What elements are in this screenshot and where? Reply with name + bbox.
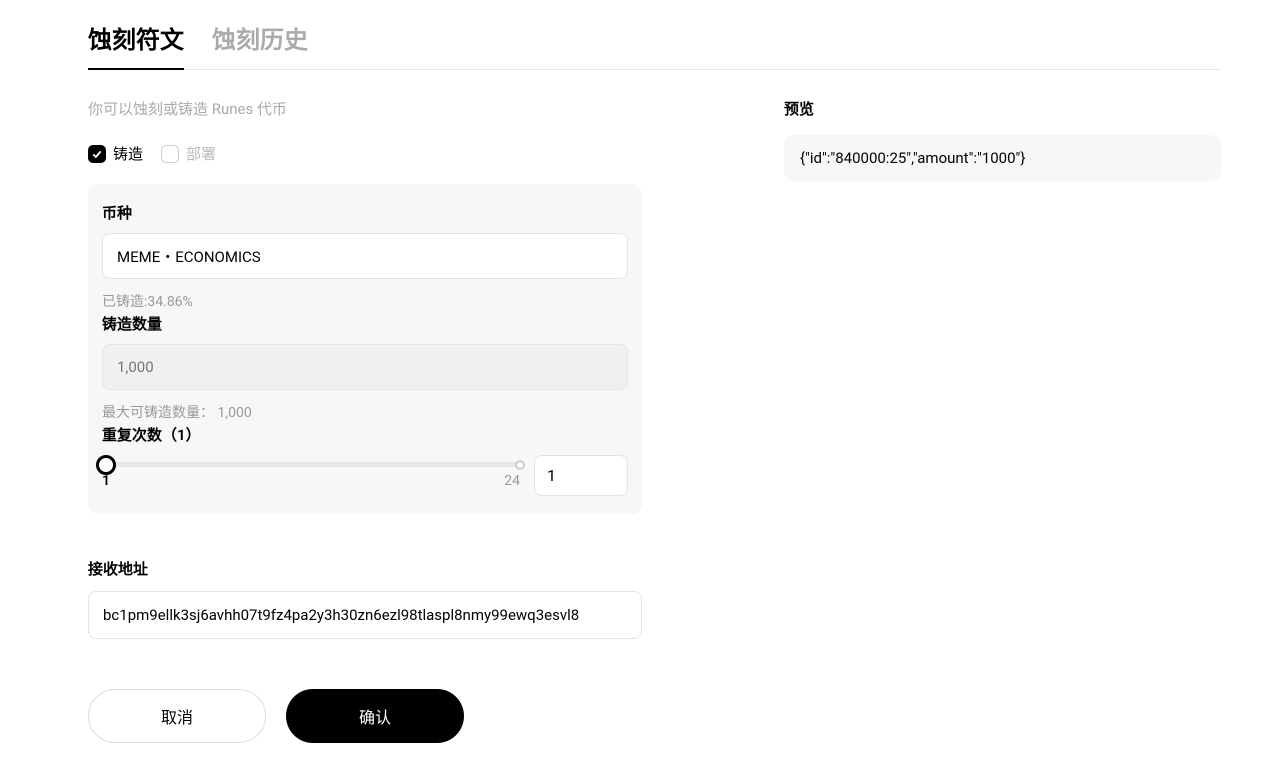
checkbox-deploy[interactable] [161,145,179,163]
preview-label: 预览 [784,98,1221,119]
amount-label: 铸造数量 [102,313,628,334]
slider-end-dot [515,460,525,470]
mode-mint[interactable]: 铸造 [88,143,143,164]
max-amount-hint: 最大可铸造数量： 1,000 [102,402,628,422]
mode-deploy[interactable]: 部署 [161,143,216,164]
tab-etch[interactable]: 蚀刻符文 [88,20,184,69]
repeat-label: 重复次数（1） [102,424,628,445]
coin-input[interactable] [102,233,628,279]
slider-max: 24 [504,473,520,489]
confirm-button[interactable]: 确认 [286,689,464,743]
minted-hint: 已铸造:34.86% [102,291,628,311]
coin-label: 币种 [102,202,628,223]
slider-min: 1 [102,473,110,489]
mode-selector: 铸造 部署 [88,143,642,164]
repeat-slider[interactable]: 1 24 [102,462,520,489]
checkbox-mint[interactable] [88,145,106,163]
address-input[interactable] [88,591,642,639]
description-text: 你可以蚀刻或铸造 Runes 代币 [88,98,642,119]
slider-thumb[interactable] [96,455,116,475]
amount-input[interactable] [102,344,628,390]
form-card: 币种 已铸造:34.86% 铸造数量 最大可铸造数量： 1,000 重复次数（1… [88,184,642,514]
cancel-button[interactable]: 取消 [88,689,266,743]
tab-history[interactable]: 蚀刻历史 [212,20,308,69]
mode-mint-label: 铸造 [113,143,143,164]
address-label: 接收地址 [88,558,642,579]
tabs-bar: 蚀刻符文 蚀刻历史 [88,20,1221,70]
mode-deploy-label: 部署 [186,143,216,164]
repeat-input[interactable] [534,455,628,496]
preview-content: {"id":"840000:25","amount":"1000"} [784,135,1221,181]
